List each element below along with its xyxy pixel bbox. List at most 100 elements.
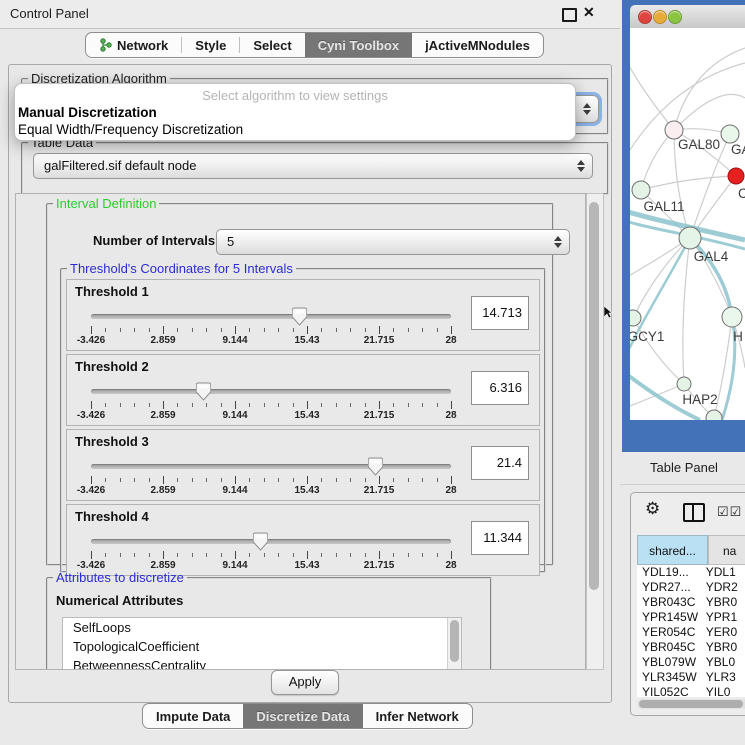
slider-ticks [91,401,451,409]
network-node-gcy1[interactable] [630,310,641,326]
attribute-item-selfloops[interactable]: SelfLoops [63,618,461,637]
table-horizontal-scrollbar[interactable] [637,699,745,709]
tick-label: -3.426 [77,410,105,421]
column-header-shared-[interactable]: shared... [637,535,708,565]
network-node-c[interactable] [728,168,744,184]
slider-thumb-icon[interactable] [196,382,211,401]
slider-thumb-icon[interactable] [292,307,307,326]
network-node-unlabeled[interactable] [706,410,722,420]
table-row[interactable]: YBR045CYBR0 [637,640,745,655]
threshold-value-field[interactable]: 14.713 [471,296,529,330]
tab-network[interactable]: Network [86,33,181,57]
threshold-value-field[interactable]: 6.316 [471,371,529,405]
node-table[interactable]: shared...na YDL19...YDL1YDR27...YDR2YBR0… [637,535,745,697]
tick-label: 9.144 [222,485,247,496]
threshold-value: 11.344 [483,522,522,554]
node-label: C [738,186,745,201]
attribute-item-betweennesscentrality[interactable]: BetweennessCentrality [63,656,461,670]
tick-mark [192,403,193,407]
attribute-item-topologicalcoefficient[interactable]: TopologicalCoefficient [63,637,461,656]
threshold-slider[interactable]: -3.4262.8599.14415.4321.71528 [91,531,451,571]
network-edge[interactable] [641,130,674,190]
tab-discretize-data[interactable]: Discretize Data [243,704,362,728]
tick-mark [365,553,366,557]
number-of-intervals-select[interactable]: 5 [216,229,570,255]
tick-mark [264,328,265,332]
network-node-h[interactable] [722,307,742,327]
zoom-traffic-light-icon[interactable] [668,10,682,24]
numerical-attributes-list[interactable]: SelfLoopsTopologicalCoefficientBetweenne… [62,617,462,670]
threshold-slider[interactable]: -3.4262.8599.14415.4321.71528 [91,456,451,496]
table-row[interactable]: YLR345WYLR3 [637,670,745,685]
close-traffic-light-icon[interactable] [638,10,652,24]
mouse-cursor [604,306,613,319]
network-node-gal4[interactable] [679,227,701,249]
tick-mark [321,403,322,407]
tab-jactivemnodules[interactable]: jActiveMNodules [412,33,543,57]
thresholds-group-label: Threshold's Coordinates for 5 Intervals [67,261,296,276]
table-row[interactable]: YBL079WYBL0 [637,655,745,670]
settings-scrollbar[interactable] [586,193,604,670]
tab-impute-data[interactable]: Impute Data [143,704,243,728]
tick-mark [192,478,193,482]
network-node-gal11[interactable] [632,181,650,199]
network-view-window[interactable]: GAL80GACGAL11GAL4GCY1HHAP2 [622,0,745,452]
network-edge[interactable] [674,48,745,130]
threshold-slider[interactable]: -3.4262.8599.14415.4321.71528 [91,381,451,421]
threshold-slider[interactable]: -3.4262.8599.14415.4321.71528 [91,306,451,346]
network-edge[interactable] [633,238,690,318]
tab-style[interactable]: Style [182,33,239,57]
tick-mark [192,553,193,557]
tick-mark [321,328,322,332]
tick-mark [177,553,178,557]
table-row[interactable]: YDL19...YDL1 [637,565,745,580]
close-icon[interactable]: ✕ [583,4,595,21]
table-row[interactable]: YDR27...YDR2 [637,580,745,595]
node-table-container: ⚙ ☑☑ shared...na YDL19...YDL1YDR27...YDR… [630,492,745,716]
tick-mark [235,326,236,334]
minimize-traffic-light-icon[interactable] [653,10,667,24]
tick-mark [408,328,409,332]
tick-mark [321,553,322,557]
tick-mark [206,403,207,407]
tick-mark [105,403,106,407]
algorithm-dropdown-popup: Select algorithm to view settings Manual… [14,83,576,141]
float-icon[interactable] [562,8,577,22]
threshold-value-field[interactable]: 11.344 [471,521,529,555]
tab-infer-network[interactable]: Infer Network [363,704,472,728]
algorithm-option-manual-discretization[interactable]: Manual Discretization [18,105,157,120]
table-row[interactable]: YPR145WYPR1 [637,610,745,625]
slider-thumb-icon[interactable] [253,532,268,551]
network-edge[interactable] [630,58,674,130]
tick-label: -3.426 [77,335,105,346]
network-node-hap2[interactable] [677,377,691,391]
checkbox-columns-icon[interactable]: ☑☑ [717,504,742,520]
tab-cyni-toolbox[interactable]: Cyni Toolbox [305,33,412,57]
algorithm-placeholder-option[interactable]: Select algorithm to view settings [15,88,575,103]
tick-mark [336,328,337,332]
gear-icon[interactable]: ⚙ [645,499,660,519]
threshold-value-field[interactable]: 21.4 [471,446,529,480]
attributes-scrollbar[interactable] [447,618,461,670]
table-row[interactable]: YBR043CYBR0 [637,595,745,610]
tab-select[interactable]: Select [240,33,304,57]
apply-button[interactable]: Apply [271,670,339,695]
split-view-icon[interactable] [683,503,705,522]
network-edge[interactable] [674,94,745,130]
tick-mark [249,553,250,557]
slider-thumb-icon[interactable] [368,457,383,476]
network-node-ga[interactable] [721,125,739,143]
tick-mark [379,401,380,409]
table-data-select[interactable]: galFiltered.sif default node [33,153,593,179]
column-header-na[interactable]: na [708,535,745,565]
tick-mark [120,478,121,482]
network-window-titlebar[interactable] [630,5,745,29]
algorithm-option-equal-width-frequency-discretization[interactable]: Equal Width/Frequency Discretization [18,122,243,137]
tick-mark [221,478,222,482]
network-canvas[interactable]: GAL80GACGAL11GAL4GCY1HHAP2 [630,28,745,420]
network-edge[interactable] [683,238,690,384]
table-row[interactable]: YIL052CYIL0 [637,685,745,697]
tick-mark [307,326,308,334]
network-edge[interactable] [641,176,736,190]
table-row[interactable]: YER054CYER0 [637,625,745,640]
